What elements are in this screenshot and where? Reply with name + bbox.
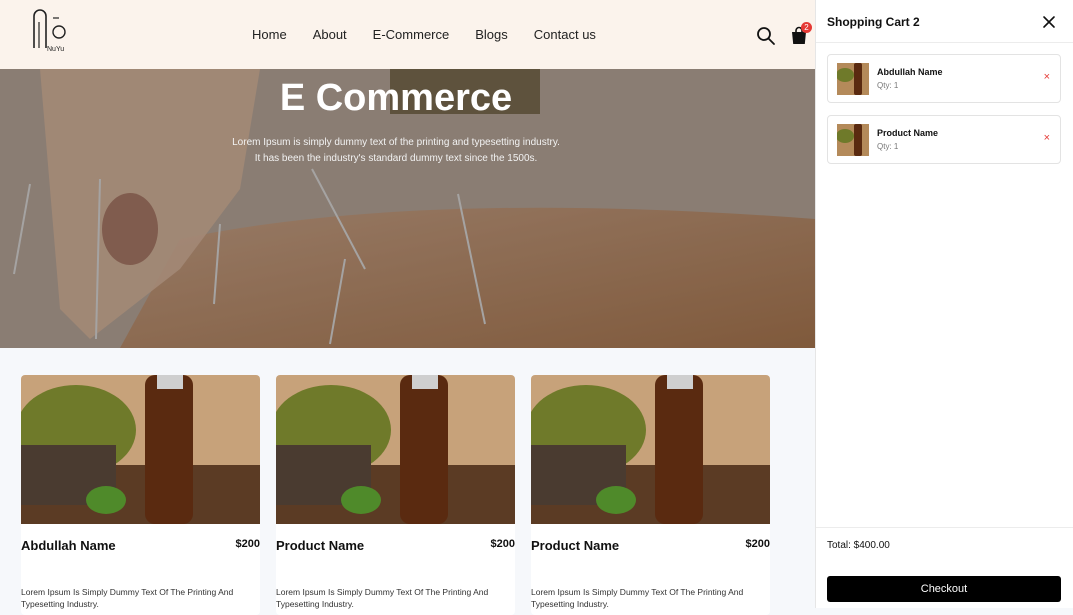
- cart-item-qty: Qty: 1: [877, 142, 899, 151]
- close-icon[interactable]: [1042, 15, 1056, 29]
- cart-item-name: Product Name: [877, 128, 939, 138]
- cart-item: Abdullah Name Qty: 1 ×: [827, 54, 1061, 103]
- product-name[interactable]: Product Name: [531, 538, 619, 553]
- product-name[interactable]: Product Name: [276, 538, 364, 553]
- hero-subtitle: Lorem Ipsum is simply dummy text of the …: [0, 135, 792, 167]
- cart-item-thumbnail: [837, 63, 869, 95]
- remove-item-button[interactable]: ×: [1044, 71, 1050, 83]
- page-title: E Commerce: [279, 77, 513, 119]
- product-card[interactable]: Product Name $200 Lorem Ipsum Is Simply …: [276, 375, 515, 615]
- product-name[interactable]: Abdullah Name: [21, 538, 116, 553]
- product-description: Lorem Ipsum Is Simply Dummy Text Of The …: [276, 587, 489, 609]
- cart-item-thumbnail: [837, 124, 869, 156]
- remove-item-button[interactable]: ×: [1044, 132, 1050, 144]
- search-icon[interactable]: [756, 26, 776, 46]
- checkout-button[interactable]: Checkout: [827, 576, 1061, 602]
- cart-total: Total: $400.00: [827, 540, 890, 551]
- cart-item: Product Name Qty: 1 ×: [827, 115, 1061, 164]
- product-image[interactable]: [21, 375, 260, 524]
- product-card[interactable]: Abdullah Name $200 Lorem Ipsum Is Simply…: [21, 375, 260, 615]
- nav-ecommerce[interactable]: E-Commerce: [373, 27, 450, 42]
- product-price: $200: [235, 538, 260, 550]
- main-nav: Home About E-Commerce Blogs Contact us: [252, 27, 622, 42]
- cart-item-qty: Qty: 1: [877, 81, 899, 90]
- hero-banner: E Commerce Lorem Ipsum is simply dummy t…: [0, 69, 815, 348]
- product-image[interactable]: [276, 375, 515, 524]
- hero-subtitle-line2: It has been the industry's standard dumm…: [254, 153, 538, 164]
- nav-about[interactable]: About: [313, 27, 347, 42]
- product-description: Lorem Ipsum Is Simply Dummy Text Of The …: [531, 587, 744, 609]
- logo-text: NuYu: [47, 46, 65, 53]
- product-description: Lorem Ipsum Is Simply Dummy Text Of The …: [21, 587, 234, 609]
- product-image[interactable]: [531, 375, 770, 524]
- product-price: $200: [745, 538, 770, 550]
- nav-home[interactable]: Home: [252, 27, 287, 42]
- product-card[interactable]: Product Name $200 Lorem Ipsum Is Simply …: [531, 375, 770, 615]
- shopping-cart-panel: Shopping Cart 2 Abdullah Name Qty: 1 × P…: [815, 0, 1073, 608]
- cart-title: Shopping Cart 2: [827, 15, 920, 29]
- product-grid: Abdullah Name $200 Lorem Ipsum Is Simply…: [21, 375, 770, 615]
- product-price: $200: [490, 538, 515, 550]
- cart-item-name: Abdullah Name: [877, 67, 943, 77]
- cart-count-badge: 2: [801, 22, 812, 33]
- divider: [816, 527, 1073, 528]
- divider: [816, 42, 1073, 43]
- hero-subtitle-line1: Lorem Ipsum is simply dummy text of the …: [232, 137, 560, 148]
- nav-contact[interactable]: Contact us: [534, 27, 596, 42]
- nav-blogs[interactable]: Blogs: [475, 27, 508, 42]
- site-header: NuYu Home About E-Commerce Blogs Contact…: [0, 0, 815, 69]
